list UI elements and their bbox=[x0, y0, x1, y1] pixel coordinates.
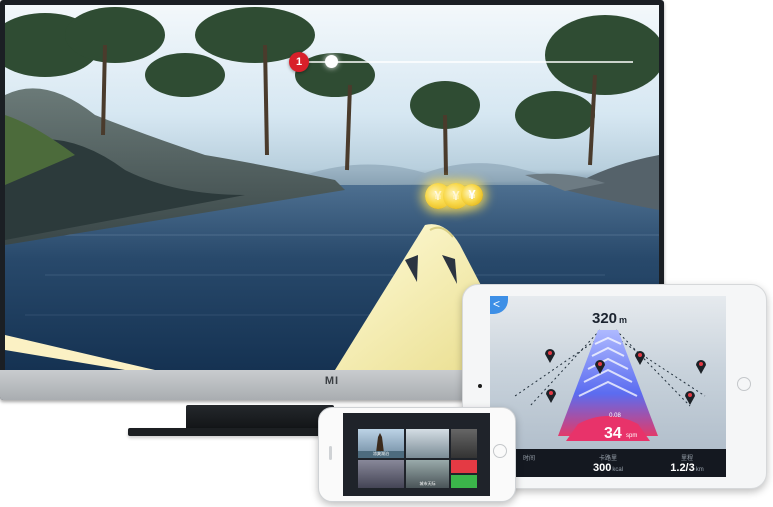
competitor-pin-icon bbox=[595, 360, 605, 374]
scene-tile[interactable]: 凉爽湖泊 bbox=[358, 429, 404, 458]
scene-tile[interactable] bbox=[358, 460, 404, 488]
spm-value: 34 bbox=[604, 425, 622, 442]
distance-unit: m bbox=[619, 315, 628, 325]
tv-brand-logo: MI bbox=[324, 375, 340, 387]
rank-badge: 1 bbox=[289, 52, 309, 72]
coin-icon: ¥ bbox=[461, 184, 483, 206]
distance-value: 320 bbox=[592, 310, 618, 327]
stat-value-number: 1.2/3 bbox=[670, 462, 695, 474]
stats-bar: 时间 卡路里 300kcal 里程 1.2/3km bbox=[490, 449, 726, 477]
race-progress-track bbox=[297, 61, 633, 63]
competitor-pin-icon bbox=[545, 349, 555, 363]
stat-value-number: 300 bbox=[592, 462, 612, 474]
scene-tile[interactable]: 城市天际 bbox=[406, 460, 449, 488]
phone-screen: 凉爽湖泊 城市天际 bbox=[343, 413, 490, 496]
stat-label: 卡路里 bbox=[598, 456, 617, 462]
competitor-pin-icon bbox=[546, 389, 556, 403]
stroke-rate: 0.08 bbox=[609, 413, 621, 419]
tablet-home-button[interactable] bbox=[737, 377, 751, 391]
action-button-red[interactable] bbox=[451, 460, 477, 473]
stat-value-unit: kcal bbox=[612, 467, 624, 473]
competitor-pin-icon bbox=[685, 391, 695, 405]
phone-speaker bbox=[329, 446, 332, 460]
scene-tile[interactable] bbox=[451, 429, 477, 458]
scene-tile[interactable] bbox=[406, 429, 449, 458]
race-progress-marker bbox=[325, 55, 338, 68]
tablet-screen: 320 m 0.08 34 spm 时间 卡路里 300kcal 里程 1.2/3… bbox=[490, 296, 726, 477]
tablet-camera bbox=[478, 384, 482, 388]
spm-unit: spm bbox=[626, 433, 638, 439]
stat-value-unit: km bbox=[695, 467, 704, 473]
stat-value: 300kcal bbox=[569, 462, 647, 474]
stat-distance: 里程 1.2/3km bbox=[648, 449, 726, 477]
phone-device: 凉爽湖泊 城市天际 bbox=[318, 407, 516, 502]
tile-label: 凉爽湖泊 bbox=[373, 451, 389, 456]
phone-home-button[interactable] bbox=[493, 444, 507, 458]
competitor-pin-icon bbox=[635, 351, 645, 365]
stat-value: 1.2/3km bbox=[648, 462, 726, 474]
action-button-green[interactable] bbox=[451, 475, 477, 488]
stat-label: 里程 bbox=[680, 456, 693, 462]
distance-readout: 320 m bbox=[592, 310, 627, 327]
competitor-pin-icon bbox=[696, 360, 706, 374]
stat-calories: 卡路里 300kcal bbox=[569, 449, 647, 477]
tile-label bbox=[451, 460, 477, 473]
tile-label: 城市天际 bbox=[419, 481, 436, 486]
